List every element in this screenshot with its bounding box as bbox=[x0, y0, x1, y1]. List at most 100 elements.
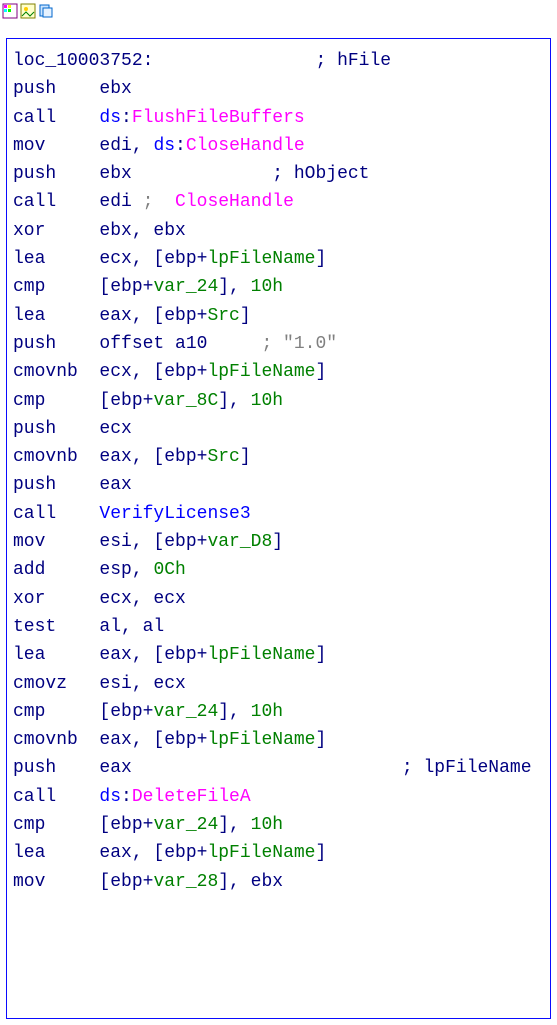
operand: ecx, [ebp+ bbox=[99, 249, 207, 269]
disasm-line: push ebx ; hObject bbox=[13, 160, 544, 188]
disasm-line: lea eax, [ebp+lpFileName] bbox=[13, 839, 544, 867]
disasm-label-line: loc_10003752: ; hFile bbox=[13, 47, 544, 75]
mnemonic: push bbox=[13, 79, 99, 99]
disasm-line: cmovz esi, ecx bbox=[13, 670, 544, 698]
operand: offset a10 bbox=[99, 334, 261, 354]
mnemonic: cmp bbox=[13, 391, 99, 411]
variable: lpFileName bbox=[207, 645, 315, 665]
mnemonic: xor bbox=[13, 589, 99, 609]
variable: lpFileName bbox=[207, 249, 315, 269]
number: 10h bbox=[251, 391, 283, 411]
disasm-line: lea eax, [ebp+lpFileName] bbox=[13, 641, 544, 669]
disasm-line: push ecx bbox=[13, 415, 544, 443]
palette-icon[interactable] bbox=[2, 3, 18, 19]
mnemonic: mov bbox=[13, 136, 99, 156]
disasm-line: push eax ; lpFileName bbox=[13, 754, 544, 782]
mnemonic: call bbox=[13, 192, 99, 212]
disasm-line: lea ecx, [ebp+lpFileName] bbox=[13, 245, 544, 273]
variable: Src bbox=[207, 447, 239, 467]
operand: eax, [ebp+ bbox=[99, 730, 207, 750]
disasm-line: cmp [ebp+var_24], 10h bbox=[13, 698, 544, 726]
disasm-line: xor ebx, ebx bbox=[13, 217, 544, 245]
operand: ecx, [ebp+ bbox=[99, 362, 207, 382]
operand: ] bbox=[240, 306, 251, 326]
operand: ] bbox=[240, 447, 251, 467]
mnemonic: call bbox=[13, 787, 99, 807]
operand: ], bbox=[218, 391, 250, 411]
punct: : bbox=[121, 787, 132, 807]
variable: var_8C bbox=[153, 391, 218, 411]
mnemonic: cmovnb bbox=[13, 730, 99, 750]
operand: edi, bbox=[99, 136, 153, 156]
disasm-line: mov [ebp+var_28], ebx bbox=[13, 868, 544, 896]
disasm-line: push offset a10 ; "1.0" bbox=[13, 330, 544, 358]
disasm-line: test al, al bbox=[13, 613, 544, 641]
operand: ebx, ebx bbox=[99, 221, 185, 241]
operand: eax, [ebp+ bbox=[99, 447, 207, 467]
operand: [ebp+ bbox=[99, 277, 153, 297]
disasm-line: cmovnb eax, [ebp+lpFileName] bbox=[13, 726, 544, 754]
operand: eax bbox=[99, 475, 131, 495]
disasm-line: call VerifyLicense3 bbox=[13, 500, 544, 528]
disasm-line: cmovnb eax, [ebp+Src] bbox=[13, 443, 544, 471]
operand: ], bbox=[218, 815, 250, 835]
operand: edi bbox=[99, 192, 142, 212]
operand: ecx bbox=[99, 419, 131, 439]
mnemonic: cmp bbox=[13, 277, 99, 297]
api-call: CloseHandle bbox=[186, 136, 305, 156]
disasm-line: push ebx bbox=[13, 75, 544, 103]
number: 0Ch bbox=[153, 560, 185, 580]
mnemonic: lea bbox=[13, 843, 99, 863]
mnemonic: lea bbox=[13, 249, 99, 269]
operand: ebx bbox=[99, 79, 131, 99]
disasm-line: cmp [ebp+var_8C], 10h bbox=[13, 387, 544, 415]
mnemonic: call bbox=[13, 108, 99, 128]
disasm-line: mov esi, [ebp+var_D8] bbox=[13, 528, 544, 556]
disasm-view[interactable]: loc_10003752: ; hFile push ebxcall ds:Fl… bbox=[6, 38, 551, 1019]
segment: ds bbox=[153, 136, 175, 156]
operand: esi, ecx bbox=[99, 674, 185, 694]
variable: var_28 bbox=[153, 872, 218, 892]
segment: ds bbox=[99, 108, 121, 128]
disasm-line: call edi ; CloseHandle bbox=[13, 188, 544, 216]
variable: lpFileName bbox=[207, 843, 315, 863]
mnemonic: push bbox=[13, 334, 99, 354]
copy-icon[interactable] bbox=[38, 3, 54, 19]
operand: esi, [ebp+ bbox=[99, 532, 207, 552]
operand: ] bbox=[315, 730, 326, 750]
disasm-line: xor ecx, ecx bbox=[13, 585, 544, 613]
photo-icon[interactable] bbox=[20, 3, 36, 19]
mnemonic: mov bbox=[13, 532, 99, 552]
mnemonic: cmovnb bbox=[13, 447, 99, 467]
api-call: DeleteFileA bbox=[132, 787, 251, 807]
operand: eax, [ebp+ bbox=[99, 645, 207, 665]
operand: ] bbox=[272, 532, 283, 552]
operand: ], bbox=[218, 277, 250, 297]
number: 10h bbox=[251, 702, 283, 722]
variable: Src bbox=[207, 306, 239, 326]
punct: : bbox=[175, 136, 186, 156]
operand: ] bbox=[315, 645, 326, 665]
operand: ], bbox=[218, 702, 250, 722]
disasm-line: cmovnb ecx, [ebp+lpFileName] bbox=[13, 358, 544, 386]
mnemonic: cmovnb bbox=[13, 362, 99, 382]
variable: var_D8 bbox=[207, 532, 272, 552]
toolbar bbox=[0, 0, 557, 22]
comment: ; bbox=[143, 192, 165, 212]
variable: var_24 bbox=[153, 815, 218, 835]
operand: ], ebx bbox=[218, 872, 283, 892]
segment: ds bbox=[99, 787, 121, 807]
disasm-line: cmp [ebp+var_24], 10h bbox=[13, 273, 544, 301]
operand: ] bbox=[315, 843, 326, 863]
disasm-line: call ds:FlushFileBuffers bbox=[13, 104, 544, 132]
comment: ; lpFileName bbox=[272, 758, 531, 778]
variable: lpFileName bbox=[207, 730, 315, 750]
operand: [ebp+ bbox=[99, 815, 153, 835]
variable: var_24 bbox=[153, 702, 218, 722]
mnemonic: mov bbox=[13, 872, 99, 892]
punct: : bbox=[121, 108, 132, 128]
mnemonic: add bbox=[13, 560, 99, 580]
label-comment: ; hFile bbox=[315, 51, 391, 71]
operand: [ebp+ bbox=[99, 702, 153, 722]
mnemonic: cmp bbox=[13, 702, 99, 722]
